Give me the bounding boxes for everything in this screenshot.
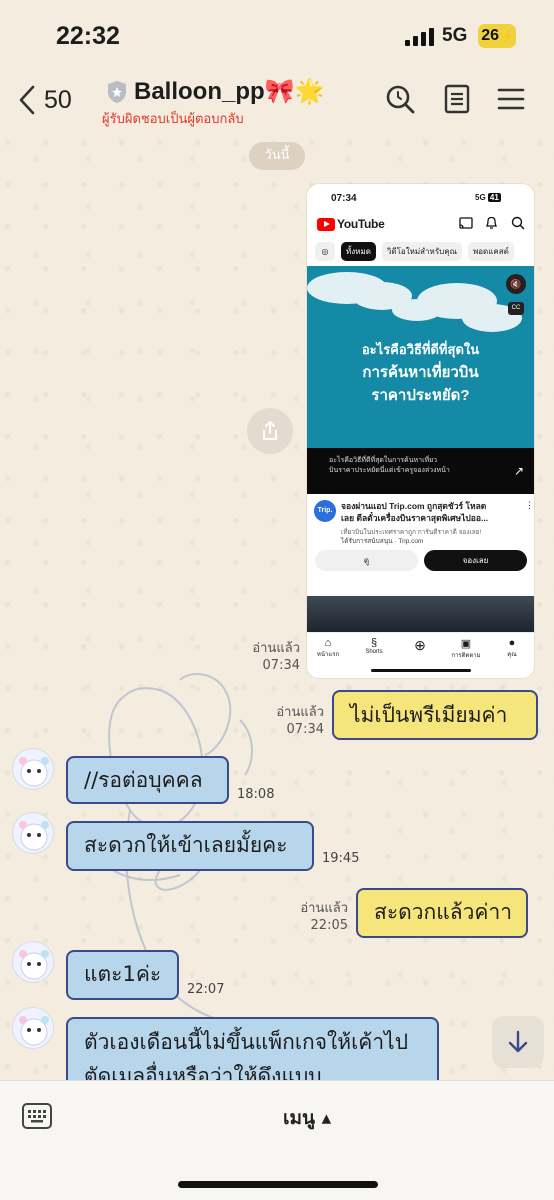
message-line: ตัวเองเดือนนี้ไม่ขึ้นแพ็กเกจให้เค้าไป xyxy=(84,1030,409,1054)
avatar[interactable] xyxy=(12,1007,54,1049)
image-read-receipt: อ่านแล้ว 07:34 xyxy=(252,641,300,673)
yt-status-right: 5G 41 xyxy=(475,193,501,202)
yt-video-thumbnail: 🔇 CC อะไรคือวิธีที่ดีที่สุดใน การค้นหาเท… xyxy=(307,266,534,448)
yt-nav-create: ⊕ xyxy=(414,637,426,653)
message-bubble-in[interactable]: ตัวเองเดือนนี้ไม่ขึ้นแพ็กเกจให้เค้าไป ตั… xyxy=(66,1017,439,1087)
battery-level: 26 xyxy=(481,27,500,44)
share-icon xyxy=(263,421,277,440)
message-bubble-in[interactable]: สะดวกให้เข้าเลยมั้ยคะ xyxy=(66,821,314,871)
keyboard-keys xyxy=(28,1110,46,1123)
keyboard-icon[interactable] xyxy=(22,1103,52,1129)
read-receipt: อ่านแล้ว 22:05 xyxy=(300,901,348,933)
yt-chip-row: ◎ ทั้งหมด วิดีโอใหม่สำหรับคุณ พอดแคสต์ xyxy=(315,242,520,262)
network-type: 5G xyxy=(442,25,468,46)
youtube-logo: YouTube xyxy=(317,217,385,231)
avatar[interactable] xyxy=(12,941,54,983)
avatar[interactable] xyxy=(12,812,54,854)
yt-nav-home: ⌂ หน้าแรก xyxy=(316,637,340,658)
unread-count: 50 xyxy=(44,85,72,114)
youtube-screenshot: 07:34 5G 41 YouTube ◎ ทั้งหมด วิดีโอใหม่… xyxy=(307,184,534,678)
avatar[interactable] xyxy=(12,748,54,790)
battery-icon: 26⚡ xyxy=(478,24,516,48)
back-button[interactable]: 50 xyxy=(18,80,72,120)
yt-chip: พอดแคสต์ xyxy=(467,242,514,261)
expand-arrow-icon: ↗ xyxy=(514,464,525,478)
message-bubble-in[interactable]: //รอต่อบุคคล xyxy=(66,756,229,804)
avatar-image xyxy=(19,950,49,980)
note-icon[interactable] xyxy=(442,84,472,114)
chevron-left-icon xyxy=(19,85,35,115)
youtube-logo-text: YouTube xyxy=(337,217,385,231)
date-chip: วันนี้ xyxy=(249,142,305,170)
yt-status-time: 07:34 xyxy=(331,193,357,204)
menu-toggle-button[interactable]: เมนู ▴ xyxy=(283,1103,331,1133)
chat-subtitle: ผู้รับผิดชอบเป็นผู้ตอบกลับ xyxy=(102,112,244,127)
next-video-thumbnail xyxy=(307,596,534,632)
yt-nav-you: ● คุณ xyxy=(507,637,517,658)
yt-bottom-nav: ⌂ หน้าแรก § Shorts ⊕ ▣ การติดตาม ● คุณ xyxy=(307,632,534,678)
message-bubble-out[interactable]: ไม่เป็นพรีเมียมค่า xyxy=(332,690,538,740)
yt-home-indicator xyxy=(371,669,471,672)
status-time: 22:32 xyxy=(56,22,120,50)
arrow-down-icon xyxy=(508,1030,528,1053)
more-vertical-icon: ⋮ xyxy=(525,500,534,510)
read-receipt: อ่านแล้ว 07:34 xyxy=(276,705,324,737)
avatar-image xyxy=(19,821,49,851)
video-caption: อะไรคือวิธีที่ดีที่สุดในการค้นหาเที่ยว บ… xyxy=(329,457,450,474)
message-time: 19:45 xyxy=(322,851,360,866)
message-time: 18:08 xyxy=(237,787,275,802)
compass-icon: ◎ xyxy=(315,242,335,261)
share-button[interactable] xyxy=(247,408,293,454)
ad-book-button: จองเลย xyxy=(424,550,527,571)
message-bubble-in[interactable]: แตะ1ค่ะ xyxy=(66,950,179,1000)
ad-sponsor: ได้รับการสนับสนุน · Trip.com xyxy=(341,538,424,545)
signal-icon xyxy=(405,28,435,46)
avatar-image xyxy=(19,1016,49,1046)
cast-icon xyxy=(459,217,473,229)
cc-icon: CC xyxy=(508,302,524,315)
menu-icon[interactable] xyxy=(496,84,526,114)
shield-icon xyxy=(108,81,126,103)
home-indicator xyxy=(178,1181,378,1188)
yt-search-icon xyxy=(511,216,525,230)
video-caption-bar: อะไรคือวิธีที่ดีที่สุดในการค้นหาเที่ยว บ… xyxy=(307,448,534,494)
youtube-play-icon xyxy=(317,217,335,231)
yt-nav-shorts: § Shorts xyxy=(365,637,383,655)
trip-logo: Trip. xyxy=(314,500,336,522)
ad-title: จองผ่านแอป Trip.com ถูกสุดชัวร์ โหลด เลย… xyxy=(341,501,489,523)
bell-icon xyxy=(485,216,498,229)
search-icon[interactable] xyxy=(385,84,415,114)
mute-icon: 🔇 xyxy=(506,274,526,294)
message-time: 22:07 xyxy=(187,982,225,997)
ad-view-button: ดู xyxy=(315,550,418,571)
scroll-to-bottom-button[interactable] xyxy=(492,1016,544,1068)
yt-nav-subscriptions: ▣ การติดตาม xyxy=(451,638,481,659)
yt-chip: ทั้งหมด xyxy=(341,242,376,261)
status-bar: 22:32 5G 26⚡ xyxy=(0,0,554,72)
chat-header: 50 Balloon_pp🎀🌟 ผู้รับผิดชอบเป็นผู้ตอบกล… xyxy=(0,72,554,130)
image-message[interactable]: 07:34 5G 41 YouTube ◎ ทั้งหมด วิดีโอใหม่… xyxy=(307,184,534,678)
message-bubble-out[interactable]: สะดวกแล้วค่าา xyxy=(356,888,528,938)
yt-chip: วิดีโอใหม่สำหรับคุณ xyxy=(381,242,462,261)
avatar-image xyxy=(19,757,49,787)
video-title-overlay: อะไรคือวิธีที่ดีที่สุดใน การค้นหาเที่ยวบ… xyxy=(361,342,480,404)
chat-title[interactable]: Balloon_pp🎀🌟 xyxy=(134,77,324,106)
